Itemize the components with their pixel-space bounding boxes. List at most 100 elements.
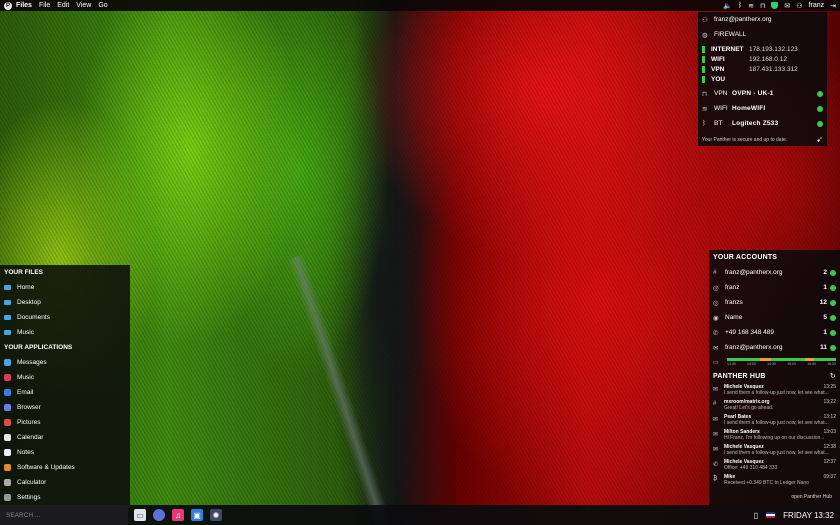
music-app-icon[interactable]: ♫	[172, 509, 184, 521]
clock[interactable]: FRIDAY 13:32	[783, 511, 834, 520]
app-item-pictures[interactable]: Pictures	[0, 415, 130, 430]
hub-message[interactable]: ✉ Pearl Bates 13:12 I send them a follow-up…	[709, 413, 840, 428]
app-icon	[4, 374, 11, 381]
top-menu-bar: P Files File Edit View Go 🔈 ᛒ ≋ ⊓ ✉ ⚇ fr…	[0, 0, 840, 11]
menu-file[interactable]: File	[39, 2, 50, 9]
files-app-icon[interactable]: ▭	[134, 509, 146, 521]
hub-message[interactable]: ✉ Milton Sanders 13:03 Hi Franz, I'm follow…	[709, 428, 840, 443]
timeline-tick: 13:30	[727, 362, 736, 366]
hub-message[interactable]: ✆ Michele Vasquez 12:37 Office: +49 310 484…	[709, 458, 840, 473]
active-app-name[interactable]: Files	[16, 2, 32, 9]
app-item-email[interactable]: Email	[0, 385, 130, 400]
hub-message[interactable]: # mxroom/matrix.org 13:22 Great! Let's go a…	[709, 398, 840, 413]
account-row[interactable]: ◉ Name 5	[709, 310, 840, 325]
timeline-segment	[814, 358, 826, 361]
accounts-heading: YOUR ACCOUNTS	[713, 254, 778, 261]
account-icon: ✆	[713, 329, 719, 337]
status-dot	[817, 90, 823, 97]
account-row[interactable]: ✉ franz@pantherx.org 11	[709, 340, 840, 355]
file-item-music[interactable]: Music	[0, 325, 130, 340]
message-type-icon: ✉	[713, 387, 719, 393]
unread-count: 12	[819, 299, 827, 306]
refresh-icon[interactable]: ↻	[830, 372, 836, 380]
app-item-software-updates[interactable]: Software & Updates	[0, 460, 130, 475]
window-icon[interactable]: ▯	[754, 511, 758, 520]
account-row[interactable]: # franz@pantherx.org 2	[709, 265, 840, 280]
applications-heading: YOUR APPLICATIONS	[4, 344, 73, 351]
message-type-icon: ₿	[713, 476, 718, 482]
account-row[interactable]: ✆ +49 168 348 489 1	[709, 325, 840, 340]
app-item-browser[interactable]: Browser	[0, 400, 130, 415]
firewall-row[interactable]: ◍ FIREWALL	[698, 27, 827, 42]
security-shield-icon[interactable]	[771, 2, 779, 9]
folder-icon	[4, 315, 11, 320]
mail-icon[interactable]: ✉	[784, 2, 790, 10]
keyboard-layout-flag-icon[interactable]	[766, 512, 776, 518]
message-type-icon: ✉	[713, 417, 719, 423]
status-dot	[817, 120, 823, 127]
app-icon	[4, 464, 11, 471]
bluetooth-icon: ᛒ	[702, 120, 706, 127]
timeline-segment	[825, 358, 836, 361]
search-input[interactable]: SEARCH ...	[0, 505, 128, 525]
file-item-documents[interactable]: Documents	[0, 310, 130, 325]
timeline-tick: 15:00	[787, 362, 796, 366]
message-type-icon: ✉	[713, 432, 719, 438]
lock-icon: ⊓	[702, 90, 708, 98]
folder-icon	[4, 285, 11, 290]
app-item-notes[interactable]: Notes	[0, 445, 130, 460]
timeline-tick: 14:00	[747, 362, 756, 366]
wifi-icon[interactable]: ≋	[748, 2, 754, 10]
vpn-row[interactable]: ⊓ VPN OVPN - UK-1	[698, 86, 827, 101]
app-item-calculator[interactable]: Calculator	[0, 475, 130, 490]
file-item-home[interactable]: Home	[0, 280, 130, 295]
network-row: WIFI 192.168.0.12	[698, 54, 827, 64]
account-icon: ◎	[713, 299, 719, 307]
volume-icon[interactable]: 🔈	[723, 2, 732, 10]
account-icon: ◎	[713, 284, 719, 292]
host-label: franz@pantherx.org	[714, 16, 772, 23]
host-row: ⚇ franz@pantherx.org	[698, 12, 827, 27]
status-dot	[830, 299, 836, 306]
network-row: VPN 187.431.133.312	[698, 64, 827, 74]
panther-logo-icon[interactable]: P	[4, 1, 12, 10]
app-item-settings[interactable]: Settings	[0, 490, 130, 505]
windows-app-icon[interactable]: ▣	[191, 509, 203, 521]
hub-message[interactable]: ✉ Michele Vasquez 12:38 I send them a follo…	[709, 443, 840, 458]
user-icon[interactable]: ⚇	[796, 2, 802, 10]
app-item-messages[interactable]: Messages	[0, 355, 130, 370]
hub-message[interactable]: ₿ Mike 09:37 Received +0.349 BTC to Ledger …	[709, 473, 840, 488]
wifi-row[interactable]: ≋ WIFI HomeWIFI	[698, 101, 827, 116]
menu-view[interactable]: View	[76, 2, 91, 9]
unread-count: 11	[820, 344, 827, 351]
logout-icon[interactable]: ⇥	[830, 2, 836, 10]
security-panel: ⚇ franz@pantherx.org ◍ FIREWALL INTERNET…	[698, 12, 827, 146]
app-icon	[4, 494, 11, 501]
open-hub-link[interactable]: open Panther Hub	[709, 488, 840, 500]
file-item-desktop[interactable]: Desktop	[0, 295, 130, 310]
username[interactable]: franz	[809, 2, 825, 9]
bluetooth-row[interactable]: ᛒ BT Logitech Z533	[698, 116, 827, 131]
app-icon	[4, 449, 11, 456]
bluetooth-icon[interactable]: ᛒ	[738, 2, 742, 9]
app-icon	[4, 404, 11, 411]
account-row[interactable]: ◎ franz 1	[709, 280, 840, 295]
app-item-calendar[interactable]: Calendar	[0, 430, 130, 445]
account-icon: #	[713, 269, 717, 276]
app-icon	[4, 479, 11, 486]
settings-app-icon[interactable]: ✺	[210, 509, 222, 521]
hub-message[interactable]: ✉ Michele Vasquez 13:25 I send them a follo…	[709, 383, 840, 398]
menu-go[interactable]: Go	[98, 2, 107, 9]
firewall-icon: ◍	[702, 31, 708, 39]
app-item-music[interactable]: Music	[0, 370, 130, 385]
activity-timeline: ▭ 13:30 14:00 14:30 15:00 15:30 16:00	[709, 355, 840, 369]
panther-icon: ➹	[816, 135, 823, 144]
timeline-segment	[759, 358, 771, 361]
status-dot	[830, 329, 836, 336]
browser-app-icon[interactable]	[153, 509, 165, 521]
timeline-segment	[770, 358, 793, 361]
account-row[interactable]: ◎ franzs 12	[709, 295, 840, 310]
menu-edit[interactable]: Edit	[57, 2, 69, 9]
dock: ▭ ♫ ▣ ✺	[134, 509, 222, 521]
lock-icon[interactable]: ⊓	[760, 2, 765, 10]
